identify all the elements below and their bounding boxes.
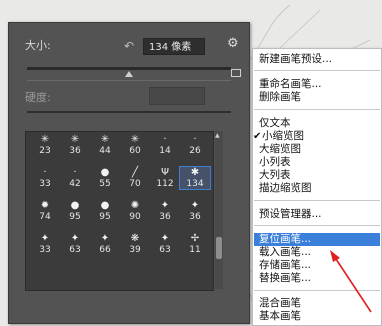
red-annotation-arrow xyxy=(330,250,372,313)
